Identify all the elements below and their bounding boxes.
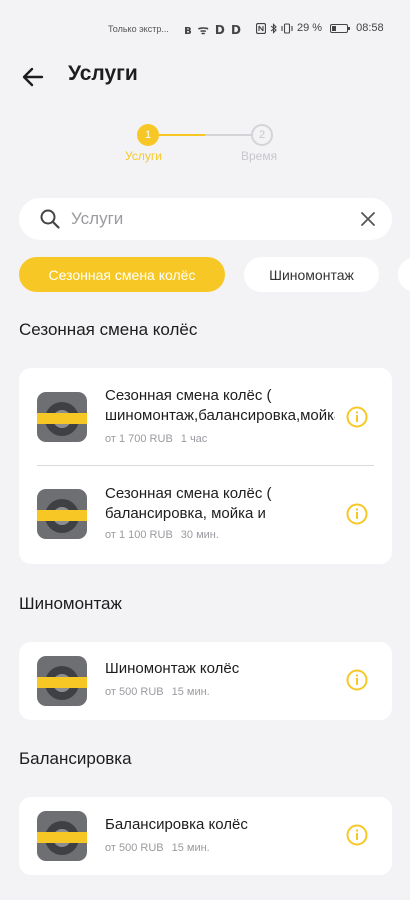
nfc-icon [256,22,266,34]
status-carrier: Только экстр... [108,24,169,34]
info-icon[interactable] [346,503,368,525]
progress-stepper: 1 2 Услуги Время [0,124,410,168]
service-item[interactable]: Сезонная смена колёс ( шиномонтаж,баланс… [19,368,392,466]
service-price: от 500 RUB [105,842,164,854]
section-title-seasonal: Сезонная смена колёс [19,320,198,339]
step-2-circle: 2 [251,124,273,146]
search-icon [40,209,60,229]
service-meta: от 500 RUB 15 мин. [105,842,210,854]
service-meta: от 1 700 RUB 1 час [105,433,207,445]
service-duration: 15 мин. [171,686,210,698]
battery-percent: 29 % [297,22,323,34]
service-meta: от 500 RUB 15 мин. [105,686,210,698]
service-duration: 30 мин. [180,529,219,541]
service-card-tire-fitting: Шиномонтаж колёс от 500 RUB 15 мин. [19,642,392,720]
service-duration: 1 час [180,433,208,445]
status-right: 29 % 08:58 [256,22,384,34]
battery-icon [330,23,351,33]
service-meta: от 1 100 RUB 30 мин. [105,529,219,541]
stepper-line-pending [205,134,251,136]
service-name: Балансировка колёс [105,816,248,833]
back-arrow-icon[interactable] [20,64,46,90]
page-title: Услуги [68,62,138,85]
service-card-seasonal: Сезонная смена колёс ( шиномонтаж,баланс… [19,368,392,564]
chip-tire-fitting[interactable]: Шиномонтаж [244,257,379,292]
tire-thumbnail [37,392,87,442]
service-item[interactable]: Сезонная смена колёс ( балансировка, мой… [19,466,392,564]
search-bar [19,198,392,240]
tire-thumbnail [37,811,87,861]
tire-thumbnail [37,489,87,539]
service-name: Сезонная смена колёс ( балансировка, мой… [105,485,272,522]
service-price: от 1 700 RUB [105,433,173,445]
section-title-balancing: Балансировка [19,749,132,768]
vibrate-icon [281,22,293,34]
service-price: от 1 100 RUB [105,529,173,541]
service-card-balancing: Балансировка колёс от 500 RUB 15 мин. [19,797,392,875]
service-item[interactable]: Балансировка колёс от 500 RUB 15 мин. [19,797,392,875]
info-icon[interactable] [346,824,368,846]
chip-seasonal-tire-change[interactable]: Сезонная смена колёс [19,257,225,292]
service-name: Шиномонтаж колёс [105,660,240,677]
status-icons: ʙ ᯤ D D [184,23,243,37]
status-bar: Только экстр... ʙ ᯤ D D 29 % 08:58 [0,0,410,58]
close-icon[interactable] [358,209,378,229]
info-icon[interactable] [346,406,368,428]
service-duration: 15 мин. [171,842,210,854]
step-1-circle: 1 [137,124,159,146]
section-title-tire-fitting: Шиномонтаж [19,594,122,613]
step-2-label: Время [241,149,278,163]
info-icon[interactable] [346,669,368,691]
category-chips: Сезонная смена колёс Шиномонтаж [19,257,410,293]
chip-more-partial[interactable] [398,257,410,292]
tire-thumbnail [37,656,87,706]
bluetooth-icon [270,22,277,34]
step-1-label: Услуги [125,149,162,163]
app-header: Услуги [0,58,410,98]
status-time: 08:58 [356,22,384,34]
stepper-line-done [159,134,205,136]
service-name: Сезонная смена колёс ( шиномонтаж,баланс… [105,387,335,424]
service-item[interactable]: Шиномонтаж колёс от 500 RUB 15 мин. [19,642,392,720]
search-input[interactable] [71,198,351,240]
service-price: от 500 RUB [105,686,164,698]
